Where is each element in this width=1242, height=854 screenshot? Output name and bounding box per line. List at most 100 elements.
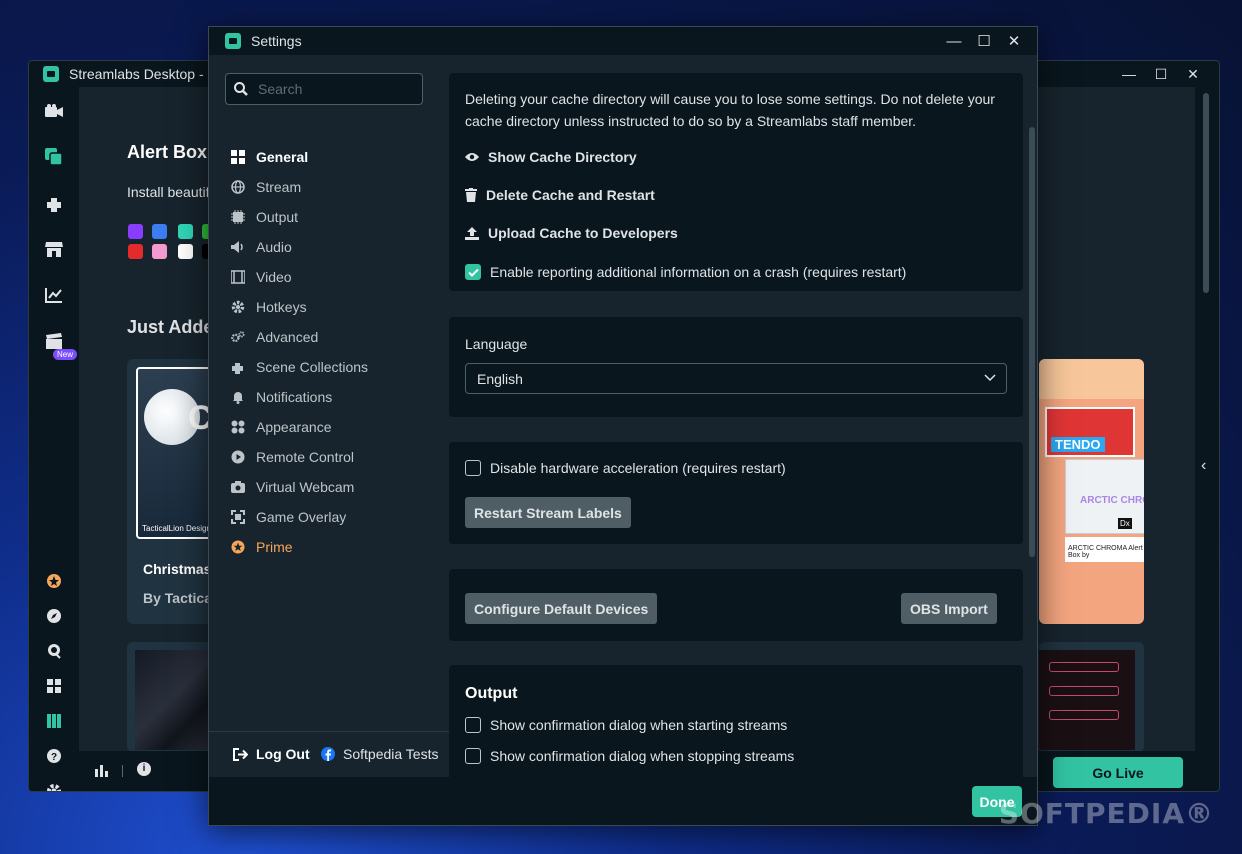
puzzle-icon	[231, 360, 245, 374]
nav-item-appearance[interactable]: Appearance	[231, 416, 332, 438]
close-icon[interactable]: ✕	[999, 27, 1029, 55]
nav-item-label: Scene Collections	[256, 359, 369, 375]
main-scrollbar[interactable]: ‹	[1195, 87, 1219, 751]
nav-item-general[interactable]: General	[231, 146, 308, 168]
layout-grid-icon[interactable]	[44, 676, 64, 696]
language-select[interactable]: English	[465, 363, 1007, 394]
color-swatch[interactable]	[128, 244, 143, 259]
search-input[interactable]	[258, 81, 418, 97]
nav-item-video[interactable]: Video	[231, 266, 292, 288]
trash-icon	[465, 188, 477, 202]
info-icon[interactable]: i	[137, 762, 151, 776]
play-circle-icon	[231, 450, 245, 464]
minimize-icon[interactable]: —	[939, 27, 969, 55]
minimize-icon[interactable]: —	[1113, 61, 1145, 87]
settings-window: Settings — ☐ ✕ General Stream Output	[208, 26, 1038, 826]
delete-cache-label: Delete Cache and Restart	[486, 187, 655, 203]
show-cache-directory-link[interactable]: Show Cache Directory	[465, 149, 637, 165]
show-cache-label: Show Cache Directory	[488, 149, 637, 165]
store-icon[interactable]	[44, 239, 64, 259]
settings-gear-icon[interactable]	[44, 781, 64, 791]
settings-nav-footer: Log Out Softpedia Tests	[209, 731, 449, 777]
color-swatch[interactable]	[152, 224, 167, 239]
configure-default-devices-button[interactable]: Configure Default Devices	[465, 593, 658, 624]
color-swatch[interactable]	[178, 244, 193, 259]
settings-scrollbar[interactable]	[1029, 127, 1035, 557]
nav-item-output[interactable]: Output	[231, 206, 298, 228]
app-store-puzzle-icon[interactable]	[44, 193, 64, 213]
svg-text:?: ?	[51, 752, 57, 763]
hardware-panel: Disable hardware acceleration (requires …	[449, 442, 1023, 544]
nav-item-label: Game Overlay	[256, 509, 347, 525]
nav-item-remote-control[interactable]: Remote Control	[231, 446, 354, 468]
tendo-thumbnail: TENDO	[1045, 407, 1135, 457]
compass-icon[interactable]	[44, 606, 64, 626]
expand-icon	[231, 510, 245, 524]
go-live-button[interactable]: Go Live	[1053, 757, 1183, 788]
nav-item-label: Stream	[256, 179, 302, 195]
color-swatch[interactable]	[152, 244, 167, 259]
delete-cache-link[interactable]: Delete Cache and Restart	[465, 187, 655, 203]
logout-icon	[233, 747, 248, 761]
upload-cache-link[interactable]: Upload Cache to Developers	[465, 225, 678, 241]
language-value: English	[477, 370, 523, 387]
nav-item-audio[interactable]: Audio	[231, 236, 292, 258]
theme-card[interactable]	[1039, 642, 1144, 751]
tendo-label: TENDO	[1051, 437, 1105, 452]
confirm-start-checkbox[interactable]: Show confirmation dialog when starting s…	[465, 717, 787, 733]
chip-icon	[231, 210, 245, 224]
nav-item-hotkeys[interactable]: Hotkeys	[231, 296, 307, 318]
performance-bars-icon[interactable]	[95, 763, 109, 782]
language-label: Language	[465, 336, 528, 352]
maximize-icon[interactable]: ☐	[969, 27, 999, 55]
crash-reporting-checkbox[interactable]: Enable reporting additional information …	[465, 264, 906, 280]
film-icon	[231, 270, 245, 284]
studio-camera-icon[interactable]	[44, 101, 64, 121]
restart-stream-labels-button[interactable]: Restart Stream Labels	[465, 497, 631, 528]
nav-item-stream[interactable]: Stream	[231, 176, 301, 198]
search-box[interactable]	[225, 73, 423, 105]
color-swatch[interactable]	[128, 224, 143, 239]
nav-item-advanced[interactable]: Advanced	[231, 326, 318, 348]
editor-columns-icon[interactable]	[44, 711, 64, 731]
eye-icon	[465, 152, 479, 162]
help-icon[interactable]: ?	[44, 746, 64, 766]
chevron-down-icon	[984, 370, 996, 386]
chat-bubble-icon[interactable]	[44, 641, 64, 661]
checkmark-icon	[465, 264, 481, 280]
dashboard-chart-icon[interactable]	[44, 285, 64, 305]
disable-hw-accel-checkbox[interactable]: Disable hardware acceleration (requires …	[465, 460, 786, 476]
main-sidebar: New ?	[29, 87, 79, 791]
cache-warning-text: Deleting your cache directory will cause…	[465, 91, 995, 129]
streamlabs-logo-icon	[43, 66, 59, 82]
devices-panel: Configure Default Devices OBS Import	[449, 569, 1023, 641]
confirm-stop-checkbox[interactable]: Show confirmation dialog when stopping s…	[465, 748, 794, 764]
arctic-thumbnail: ARCTIC CHRO Dx	[1065, 459, 1144, 534]
nav-item-game-overlay[interactable]: Game Overlay	[231, 506, 346, 528]
maximize-icon[interactable]: ☐	[1145, 61, 1177, 87]
nav-item-virtual-webcam[interactable]: Virtual Webcam	[231, 476, 354, 498]
upload-cache-label: Upload Cache to Developers	[488, 225, 678, 241]
obs-import-button[interactable]: OBS Import	[901, 593, 997, 624]
account-name: Softpedia Tests	[343, 746, 439, 762]
nav-item-scene-collections[interactable]: Scene Collections	[231, 356, 368, 378]
theme-card-author: By Tactical	[143, 590, 216, 606]
clips-clapper-icon[interactable]	[44, 331, 64, 351]
dx-badge: Dx	[1118, 518, 1132, 529]
nav-item-prime[interactable]: Prime	[231, 536, 293, 558]
color-swatch[interactable]	[178, 224, 193, 239]
bell-icon	[231, 390, 245, 404]
prime-icon[interactable]	[44, 571, 64, 591]
theme-card-arctic[interactable]: TENDO ARCTIC CHRO Dx ARCTIC CHROMA Alert…	[1039, 359, 1144, 624]
thumbnail-brand: TacticalLion Designs	[142, 524, 215, 533]
nav-item-notifications[interactable]: Notifications	[231, 386, 332, 408]
logout-button[interactable]: Log Out	[233, 746, 310, 762]
camera-icon	[231, 480, 245, 494]
close-icon[interactable]: ✕	[1177, 61, 1209, 87]
themes-icon[interactable]	[44, 147, 64, 167]
chevron-left-icon[interactable]: ‹	[1201, 457, 1206, 475]
softpedia-watermark: SOFTPEDIA®	[998, 797, 1214, 830]
speaker-icon	[231, 240, 245, 254]
arctic-label: ARCTIC CHRO	[1080, 495, 1144, 506]
facebook-icon	[321, 747, 335, 761]
